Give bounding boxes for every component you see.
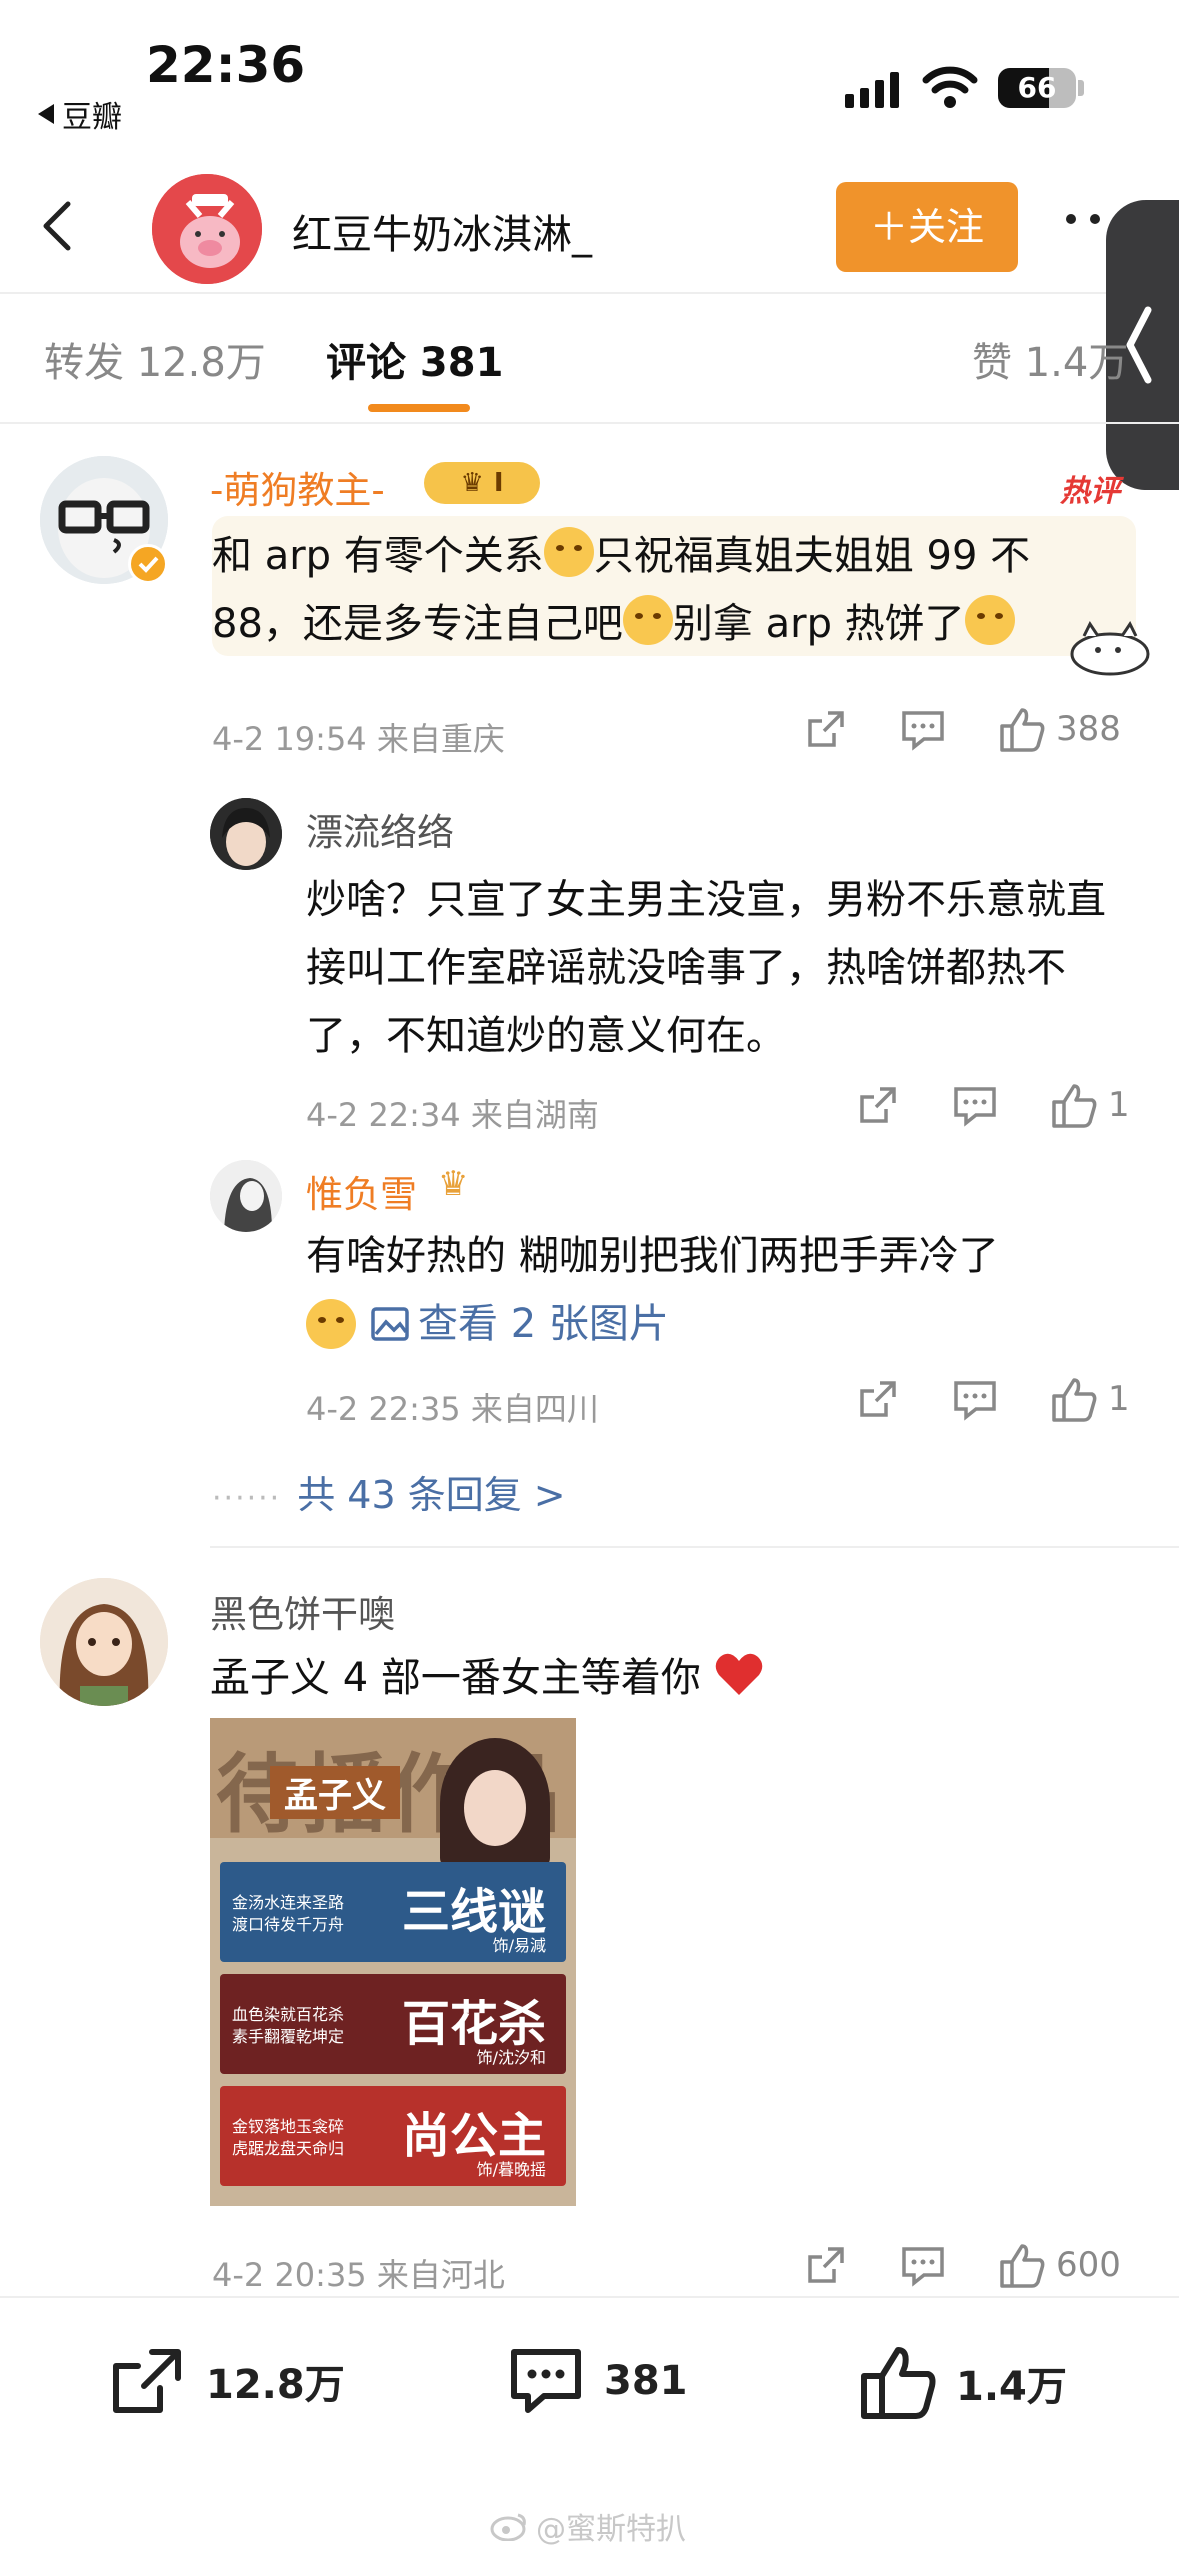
like-count: 1	[1108, 1085, 1130, 1125]
reply-attachments: 查看 2 张图片	[306, 1290, 1130, 1358]
reply-actions: 1	[856, 1082, 1130, 1128]
like-count: 1	[1108, 1379, 1130, 1419]
comment-image-poster[interactable]: 待播作品 孟子义 金汤水连来圣路 渡口待发千万舟 三线谜 饰/易減 血色染就百花…	[210, 1718, 576, 2206]
reply-icon[interactable]	[952, 1377, 998, 1421]
reply-text: 有啥好热的 糊咖别把我们两把手弄冷了	[306, 1233, 999, 1279]
like-button[interactable]: 600	[998, 2242, 1121, 2288]
member-badge: ♛ I	[424, 462, 540, 504]
status-bar: 22:36 豆瓣 66	[0, 0, 1179, 150]
verified-badge-icon	[128, 544, 168, 584]
repost-icon	[113, 2349, 181, 2413]
emoji-icon	[622, 595, 673, 645]
repost-button[interactable]: 12.8万	[108, 2344, 345, 2418]
comment-divider	[210, 1546, 1179, 1548]
child-portrait-icon	[210, 798, 282, 870]
anime-girl-avatar-icon	[40, 1578, 168, 1706]
back-chevron-icon[interactable]	[30, 196, 90, 256]
thumbs-up-icon	[1052, 1084, 1097, 1128]
poster-portrait-face	[464, 1770, 526, 1846]
back-to-app[interactable]: 豆瓣	[38, 92, 122, 136]
crown-badge-icon: ♛	[438, 1164, 469, 1204]
tab-likes[interactable]: 赞 1.4万	[972, 330, 1128, 388]
comment-icon	[511, 2349, 581, 2413]
wifi-icon	[922, 66, 978, 108]
post-header: 红豆牛奶冰淇淋_ ＋关注	[0, 160, 1179, 294]
battery-icon: 66	[998, 68, 1076, 108]
share-icon[interactable]	[804, 707, 848, 751]
replier-name[interactable]: 惟负雪	[306, 1164, 417, 1218]
comment-meta: 4-2 19:54 来自重庆	[212, 720, 505, 758]
more-options-icon[interactable]	[1066, 214, 1100, 224]
weibo-logo-icon	[490, 2513, 526, 2541]
like-button[interactable]: 388	[998, 706, 1121, 752]
reply-text: 炒啥？只宣了女主男主没宣，男粉不乐意就直接叫工作室辟谣就没啥事了，热啥饼都热不了…	[306, 877, 1106, 1059]
view-images-link[interactable]: 查看 2 张图片	[370, 1290, 669, 1358]
author-avatar[interactable]	[152, 174, 262, 284]
battery-level: 66	[1017, 71, 1057, 104]
poster-panel-3: 金钗落地玉衾碎 虎踞龙盘天命归 尚公主 饰/暮晚摇	[220, 2086, 566, 2186]
thumbs-up-icon	[1000, 708, 1045, 752]
monochrome-portrait-icon	[210, 1160, 282, 1232]
thumbs-up-icon	[1000, 2244, 1045, 2288]
laughing-emoji-icon	[306, 1299, 356, 1349]
back-app-label: 豆瓣	[62, 100, 122, 135]
thumbs-up-icon	[861, 2347, 936, 2419]
dots-icon: ······	[212, 1481, 282, 1516]
reply-actions: 1	[856, 1376, 1130, 1422]
like-post-button[interactable]: 1.4万	[858, 2344, 1067, 2422]
comment-actions: 600	[804, 2242, 1121, 2288]
pig-avatar-icon	[152, 174, 262, 284]
battery-tip	[1078, 80, 1084, 96]
author-name[interactable]: 红豆牛奶冰淇淋_	[292, 202, 592, 260]
poster-panel-1: 金汤水连来圣路 渡口待发千万舟 三线谜 饰/易減	[220, 1862, 566, 1962]
commenter-name[interactable]: 黑色饼干噢	[210, 1584, 395, 1638]
commenter-avatar[interactable]	[40, 1578, 168, 1706]
replier-name[interactable]: 漂流络络	[306, 802, 454, 856]
replier-avatar[interactable]	[210, 1160, 282, 1232]
post-tabs: 转发 12.8万 评论 381 赞 1.4万	[0, 296, 1179, 424]
reply-meta: 4-2 22:34 来自湖南	[306, 1096, 599, 1134]
commenter-name[interactable]: -萌狗教主-	[210, 460, 385, 514]
replier-avatar[interactable]	[210, 798, 282, 870]
like-count: 600	[1056, 2245, 1121, 2285]
back-triangle-icon	[38, 104, 54, 124]
comment-count: 381	[604, 2358, 688, 2404]
red-heart-icon	[715, 1653, 762, 1695]
active-tab-indicator	[368, 404, 470, 412]
status-time: 22:36	[146, 36, 306, 94]
like-count: 388	[1056, 709, 1121, 749]
like-button[interactable]: 1	[1050, 1082, 1130, 1128]
like-button[interactable]: 1	[1050, 1376, 1130, 1422]
cat-sticker-icon	[1070, 621, 1150, 676]
image-icon	[371, 1307, 409, 1341]
share-icon[interactable]	[804, 2243, 848, 2287]
like-count-total: 1.4万	[956, 2364, 1067, 2410]
comment-meta: 4-2 20:35 来自河北	[212, 2256, 505, 2294]
tab-reposts[interactable]: 转发 12.8万	[44, 330, 266, 388]
hot-comment-tag: 热评	[1060, 474, 1120, 509]
reply-meta: 4-2 22:35 来自四川	[306, 1390, 599, 1428]
comment-button[interactable]: 381	[506, 2344, 688, 2418]
more-replies-link[interactable]: ······ 共 43 条回复 >	[212, 1464, 566, 1519]
emoji-icon	[964, 595, 1015, 645]
cellular-signal-icon	[845, 70, 899, 108]
comment-text: 和 arp 有零个关系 只祝福真姐夫姐姐 99 不 88，还是多专注自己吧 别拿 a…	[212, 522, 1142, 658]
tab-comments[interactable]: 评论 381	[326, 330, 503, 388]
poster-actress-name: 孟子义	[270, 1766, 400, 1819]
crown-icon: ♛	[460, 468, 484, 498]
repost-count: 12.8万	[206, 2362, 345, 2408]
watermark: @蜜斯特扒	[490, 2504, 686, 2548]
comment-actions: 388	[804, 706, 1121, 752]
reply-icon[interactable]	[900, 707, 946, 751]
share-icon[interactable]	[856, 1377, 900, 1421]
follow-button[interactable]: ＋关注	[836, 182, 1018, 272]
share-icon[interactable]	[856, 1083, 900, 1127]
poster-panel-2: 血色染就百花杀 素手翻覆乾坤定 百花杀 饰/沈汐和	[220, 1974, 566, 2074]
reply-icon[interactable]	[900, 2243, 946, 2287]
emoji-icon	[543, 527, 594, 577]
comment-text: 孟子义 4 部一番女主等着你	[210, 1644, 1110, 1712]
thumbs-up-icon	[1052, 1378, 1097, 1422]
reply-icon[interactable]	[952, 1083, 998, 1127]
